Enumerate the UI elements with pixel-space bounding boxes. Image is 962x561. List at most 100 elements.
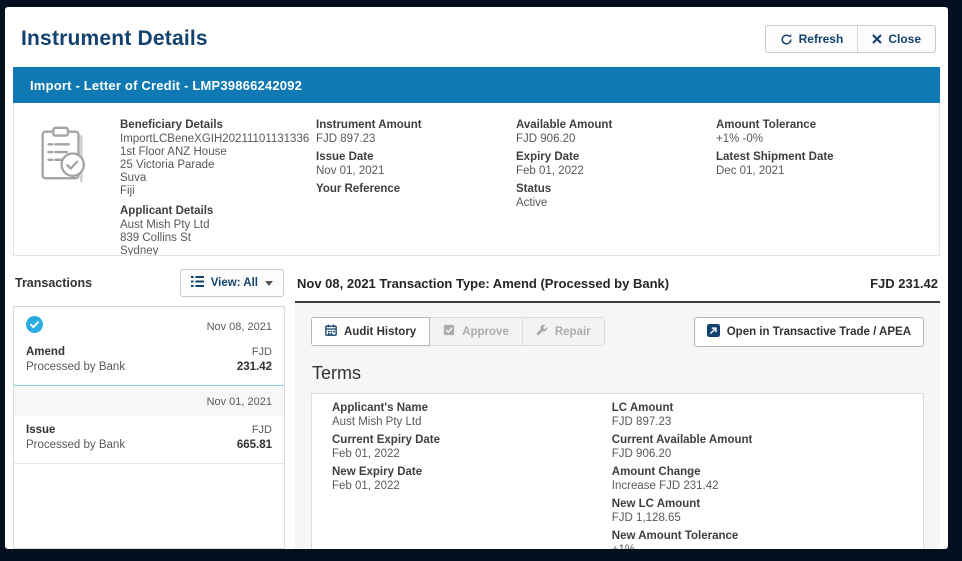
terms-section-title: Terms: [312, 363, 924, 384]
beneficiary-line: 1st Floor ANZ House: [120, 146, 316, 159]
terms-right-column: LC Amount FJD 897.23 Current Available A…: [612, 402, 903, 549]
field-label: Instrument Amount: [316, 119, 516, 132]
top-bar: Instrument Details Refresh Close: [5, 7, 948, 67]
field-label: Status: [516, 183, 716, 196]
calendar-icon: [325, 324, 337, 339]
field-label: Expiry Date: [516, 151, 716, 164]
open-in-transactive-trade-button[interactable]: Open in Transactive Trade / APEA: [694, 317, 924, 347]
transaction-item-amend[interactable]: Nov 08, 2021 Amend FJD Processed by Bank…: [13, 306, 285, 386]
transaction-date: Nov 08, 2021: [207, 321, 272, 333]
detail-actions-row: Audit History Approve Repa: [311, 317, 924, 347]
field-value: [316, 197, 516, 210]
clipboard-check-icon: [32, 172, 94, 189]
field-value: FJD 906.20: [612, 448, 903, 461]
transaction-detail-title: Nov 08, 2021 Transaction Type: Amend (Pr…: [297, 276, 669, 291]
list-view-icon: [191, 276, 204, 290]
terms-box: Applicant's Name Aust Mish Pty Ltd Curre…: [311, 393, 924, 549]
beneficiary-line: Fiji: [120, 185, 316, 198]
field-value: Feb 01, 2022: [332, 448, 612, 461]
page-title: Instrument Details: [21, 27, 208, 51]
close-button[interactable]: Close: [857, 26, 935, 52]
applicant-details: Applicant Details Aust Mish Pty Ltd 839 …: [120, 205, 316, 256]
applicant-details-label: Applicant Details: [120, 205, 316, 218]
field-value: FJD 897.23: [612, 416, 903, 429]
refresh-icon: [780, 33, 793, 46]
beneficiary-line: 25 Victoria Parade: [120, 159, 316, 172]
beneficiary-line: Suva: [120, 172, 316, 185]
external-link-icon: [707, 324, 720, 340]
current-expiry-date-field: Current Expiry Date Feb 01, 2022: [332, 434, 612, 461]
field-label: Current Available Amount: [612, 434, 903, 447]
instrument-banner: Import - Letter of Credit - LMP398662420…: [13, 67, 940, 103]
field-label: Amount Change: [612, 466, 903, 479]
refresh-button[interactable]: Refresh: [766, 26, 858, 52]
issue-date-field: Issue Date Nov 01, 2021: [316, 151, 516, 178]
wrench-icon: [536, 324, 548, 339]
amount-tolerance-field: Amount Tolerance +1% -0%: [716, 119, 916, 146]
transactions-title: Transactions: [15, 276, 92, 290]
chevron-down-icon: [265, 281, 273, 286]
view-filter-dropdown[interactable]: View: All: [180, 269, 284, 297]
summary-column-tolerance: Amount Tolerance +1% -0% Latest Shipment…: [716, 119, 916, 255]
field-label: Amount Tolerance: [716, 119, 916, 132]
transaction-detail-body: Audit History Approve Repa: [295, 303, 940, 549]
transaction-type: Amend: [26, 345, 65, 360]
terms-left-column: Applicant's Name Aust Mish Pty Ltd Curre…: [332, 402, 612, 549]
repair-button[interactable]: Repair: [523, 317, 605, 346]
transactions-list: Nov 08, 2021 Amend FJD Processed by Bank…: [13, 306, 285, 549]
approve-button[interactable]: Approve: [430, 317, 523, 346]
parties-column: Beneficiary Details ImportLCBeneXGIH2021…: [120, 119, 316, 255]
refresh-label: Refresh: [799, 32, 844, 46]
applicant-line: Aust Mish Pty Ltd: [120, 219, 316, 232]
field-value: FJD 1,128.65: [612, 512, 903, 525]
new-amount-tolerance-field: New Amount Tolerance +1%: [612, 530, 903, 549]
new-lc-amount-field: New LC Amount FJD 1,128.65: [612, 498, 903, 525]
field-label: Your Reference: [316, 183, 516, 196]
new-expiry-date-field: New Expiry Date Feb 01, 2022: [332, 466, 612, 493]
instrument-icon-column: [32, 119, 120, 255]
field-value: Aust Mish Pty Ltd: [332, 416, 612, 429]
transactions-panel: Transactions View: All Nov 08, 2021: [13, 268, 285, 549]
field-label: Current Expiry Date: [332, 434, 612, 447]
amount-change-field: Amount Change Increase FJD 231.42: [612, 466, 903, 493]
field-value: Feb 01, 2022: [332, 480, 612, 493]
audit-history-button[interactable]: Audit History: [311, 317, 430, 346]
field-value: FJD 906.20: [516, 133, 716, 146]
field-label: LC Amount: [612, 402, 903, 415]
transaction-detail-header: Nov 08, 2021 Transaction Type: Amend (Pr…: [295, 268, 940, 303]
transaction-item-issue[interactable]: Nov 01, 2021 Issue FJD Processed by Bank…: [14, 386, 284, 464]
applicant-line: 839 Collins St: [120, 232, 316, 245]
selected-check-icon: [26, 316, 43, 338]
bottom-section: Transactions View: All Nov 08, 2021: [5, 268, 948, 549]
header-button-group: Refresh Close: [765, 25, 936, 53]
available-amount-field: Available Amount FJD 906.20: [516, 119, 716, 146]
transaction-type: Issue: [26, 423, 55, 438]
field-value: +1%: [612, 544, 903, 549]
applicants-name-field: Applicant's Name Aust Mish Pty Ltd: [332, 402, 612, 429]
expiry-date-field: Expiry Date Feb 01, 2022: [516, 151, 716, 178]
close-icon: [872, 34, 882, 44]
summary-column-dates: Available Amount FJD 906.20 Expiry Date …: [516, 119, 716, 255]
transaction-detail-amount: FJD 231.42: [870, 276, 938, 291]
transactions-header: Transactions View: All: [13, 268, 285, 306]
instrument-summary-body: Beneficiary Details ImportLCBeneXGIH2021…: [13, 103, 940, 256]
field-label: Latest Shipment Date: [716, 151, 916, 164]
transaction-detail-panel: Nov 08, 2021 Transaction Type: Amend (Pr…: [295, 268, 940, 549]
transaction-status: Processed by Bank: [26, 438, 125, 453]
transaction-date: Nov 01, 2021: [207, 396, 272, 408]
beneficiary-details: Beneficiary Details ImportLCBeneXGIH2021…: [120, 119, 316, 198]
transaction-currency: FJD: [252, 423, 272, 438]
status-field: Status Active: [516, 183, 716, 210]
instrument-summary-card: Import - Letter of Credit - LMP398662420…: [13, 67, 940, 256]
beneficiary-line: ImportLCBeneXGIH20211101131336: [120, 133, 316, 146]
latest-shipment-date-field: Latest Shipment Date Dec 01, 2021: [716, 151, 916, 178]
close-label: Close: [888, 32, 921, 46]
transaction-status: Processed by Bank: [26, 360, 125, 375]
field-label: New LC Amount: [612, 498, 903, 511]
field-label: Available Amount: [516, 119, 716, 132]
transaction-amount: 231.42: [237, 360, 272, 375]
field-value: +1% -0%: [716, 133, 916, 146]
field-value: FJD 897.23: [316, 133, 516, 146]
instrument-banner-title: Import - Letter of Credit - LMP398662420…: [30, 78, 302, 93]
current-available-amount-field: Current Available Amount FJD 906.20: [612, 434, 903, 461]
